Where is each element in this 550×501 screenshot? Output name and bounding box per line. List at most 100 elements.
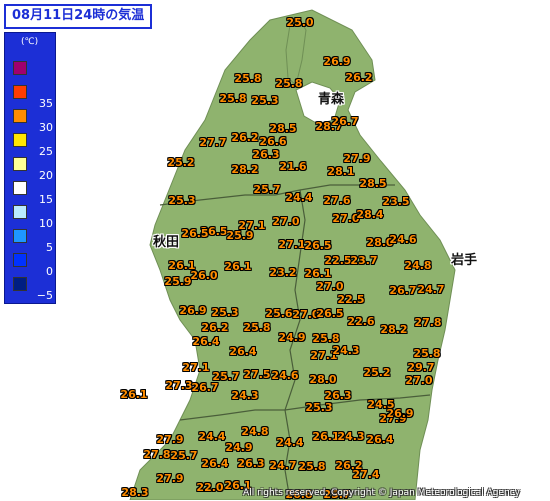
map-title: 08月11日24時の気温: [4, 4, 153, 29]
temperature-value: 25.3: [211, 306, 239, 319]
temperature-value: 29.7: [407, 361, 435, 374]
temperature-value: 22.6: [347, 315, 375, 328]
temperature-value: 25.8: [275, 77, 303, 90]
temperature-value: 27.9: [156, 472, 184, 485]
temperature-value: 26.5: [316, 307, 344, 320]
temperature-value: 25.9: [226, 229, 254, 242]
temperature-value: 28.5: [269, 122, 297, 135]
temperature-value: 24.7: [417, 283, 445, 296]
temperature-value: 24.7: [269, 459, 297, 472]
legend-swatch: [13, 61, 27, 75]
temperature-value: 27.9: [343, 152, 371, 165]
temperature-value: 26.1: [304, 267, 332, 280]
map-background: [0, 0, 550, 500]
legend-swatch: [13, 253, 27, 267]
temperature-value: 25.7: [253, 183, 281, 196]
temperature-value: 26.1: [120, 388, 148, 401]
temperature-value: 27.5: [243, 368, 271, 381]
temperature-value: 27.0: [272, 215, 300, 228]
legend-label: 0: [46, 265, 53, 278]
temperature-value: 27.7: [199, 136, 227, 149]
temperature-value: 24.8: [404, 259, 432, 272]
temperature-value: 25.8: [298, 460, 326, 473]
temperature-value: 26.2: [201, 321, 229, 334]
copyright-notice: All rights reserved. Copyright © Japan M…: [243, 488, 520, 498]
temperature-value: 21.6: [279, 160, 307, 173]
temperature-value: 24.4: [198, 430, 226, 443]
legend-label: 30: [39, 121, 53, 134]
temperature-value: 24.3: [231, 389, 259, 402]
legend-swatch: [13, 277, 27, 291]
legend-label: −5: [36, 289, 53, 302]
legend-label: 10: [39, 217, 53, 230]
temperature-value: 26.1: [224, 260, 252, 273]
temperature-value: 27.6: [323, 194, 351, 207]
temperature-value: 25.8: [413, 347, 441, 360]
temperature-value: 27.0: [316, 280, 344, 293]
temperature-value: 28.1: [327, 165, 355, 178]
temperature-value: 27.1: [278, 238, 306, 251]
temperature-value: 25.6: [265, 307, 293, 320]
legend-label: 5: [46, 241, 53, 254]
temperature-value: 25.3: [251, 94, 279, 107]
temperature-value: 24.3: [337, 430, 365, 443]
temperature-value: 28.2: [380, 323, 408, 336]
temperature-value: 28.0: [309, 373, 337, 386]
temperature-value: 26.3: [252, 148, 280, 161]
temperature-value: 26.7: [331, 115, 359, 128]
temperature-value: 26.5: [181, 227, 209, 240]
temperature-value: 26.4: [201, 457, 229, 470]
temperature-value: 26.2: [345, 71, 373, 84]
temperature-value: 24.4: [276, 436, 304, 449]
temperature-value: 28.2: [231, 163, 259, 176]
legend-swatch: [13, 157, 27, 171]
temperature-value: 26.9: [323, 55, 351, 68]
prefecture-label-akita: 秋田: [152, 235, 180, 250]
legend-label: 35: [39, 97, 53, 110]
legend-label: 20: [39, 169, 53, 182]
temperature-value: 22.5: [337, 293, 365, 306]
temperature-value: 25.8: [234, 72, 262, 85]
temperature-value: 27.8: [414, 316, 442, 329]
temperature-value: 25.2: [363, 366, 391, 379]
temperature-value: 24.8: [241, 425, 269, 438]
temperature-value: 27.3: [165, 379, 193, 392]
temperature-value: 26.9: [179, 304, 207, 317]
legend-swatch: [13, 133, 27, 147]
temperature-value: 27.0: [405, 374, 433, 387]
temperature-value: 25.8: [219, 92, 247, 105]
temperature-value: 28.3: [121, 486, 149, 499]
prefecture-label-aomori: 青森: [317, 92, 345, 107]
temperature-value: 26.5: [304, 239, 332, 252]
temperature-value: 24.3: [332, 344, 360, 357]
temperature-value: 26.3: [237, 457, 265, 470]
temperature-value: 25.3: [305, 401, 333, 414]
legend-swatch: [13, 229, 27, 243]
temperature-value: 25.3: [168, 194, 196, 207]
temperature-value: 26.4: [192, 335, 220, 348]
temperature-value: 23.2: [269, 266, 297, 279]
legend-unit: (℃): [21, 37, 39, 47]
temperature-value: 27.9: [156, 433, 184, 446]
temperature-value: 26.7: [191, 381, 219, 394]
temperature-value: 24.4: [285, 191, 313, 204]
legend-swatch: [13, 85, 27, 99]
legend-swatch: [13, 181, 27, 195]
temperature-value: 25.9: [164, 275, 192, 288]
temperature-value: 26.9: [386, 407, 414, 420]
temperature-value: 22.5: [324, 254, 352, 267]
temperature-value: 25.0: [286, 16, 314, 29]
temperature-value: 26.7: [389, 284, 417, 297]
legend-label: 25: [39, 145, 53, 158]
temperature-legend: (℃) 35 30 25 20 15 10 5 0 −5: [4, 32, 56, 304]
temperature-value: 27.8: [143, 448, 171, 461]
prefecture-label-iwate: 岩手: [450, 253, 478, 268]
temperature-value: 26.4: [366, 433, 394, 446]
temperature-value: 26.6: [259, 135, 287, 148]
temperature-value: 25.7: [170, 449, 198, 462]
temperature-value: 28.4: [356, 208, 384, 221]
temperature-value: 24.6: [389, 233, 417, 246]
temperature-value: 23.7: [350, 254, 378, 267]
temperature-value: 27.4: [352, 468, 380, 481]
legend-label: 15: [39, 193, 53, 206]
